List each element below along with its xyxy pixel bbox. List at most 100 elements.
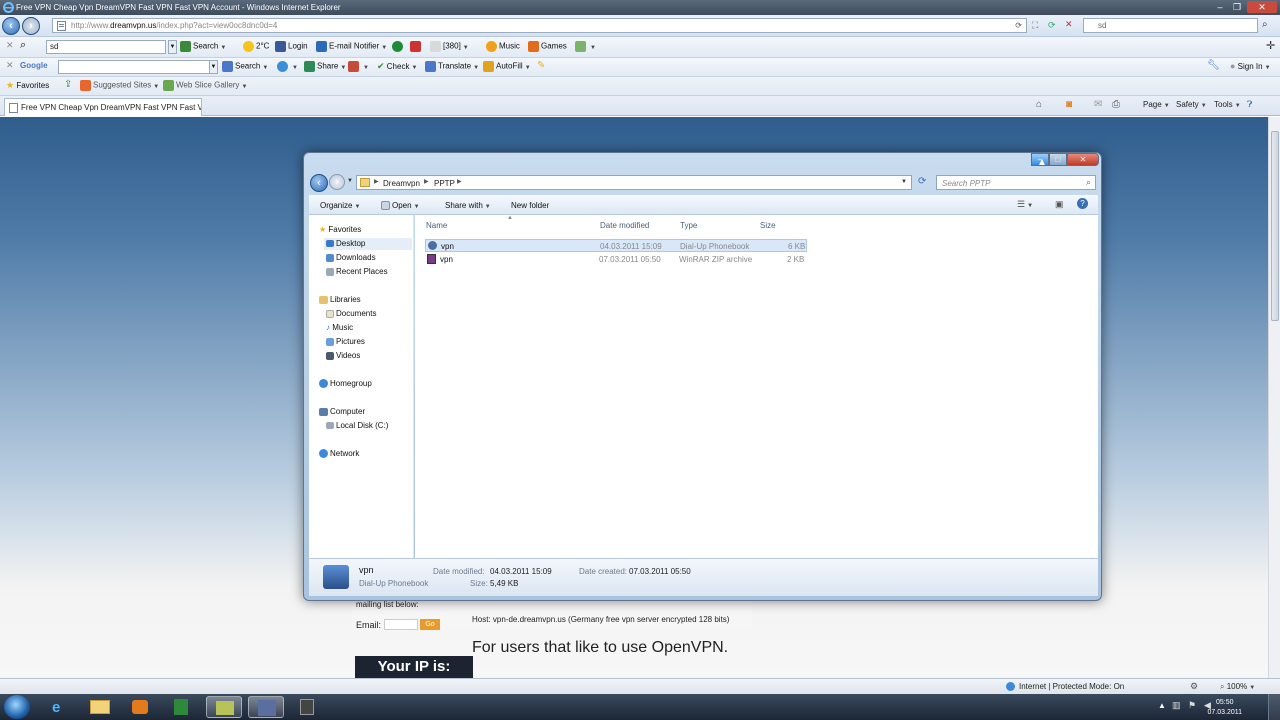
- security-zone-text[interactable]: Internet | Protected Mode: On: [1019, 682, 1124, 691]
- google-search-input[interactable]: [58, 60, 210, 74]
- google-toolbar-close-icon[interactable]: ✕: [6, 60, 14, 71]
- taskbar-app4[interactable]: [164, 696, 200, 718]
- tray-expand-icon[interactable]: ▲: [1158, 701, 1166, 710]
- taskbar-app7[interactable]: [290, 696, 326, 718]
- go-refresh-icon[interactable]: ⟳: [1048, 20, 1056, 31]
- favorites-button[interactable]: ★ Favorites: [6, 80, 49, 91]
- toolbar-search-button[interactable]: Search ▼: [180, 41, 226, 52]
- tray-action-center-icon[interactable]: ⚑: [1188, 700, 1196, 711]
- protected-mode-icon[interactable]: ⚙: [1190, 681, 1198, 692]
- search-icon[interactable]: ⌕: [20, 39, 26, 52]
- read-mail-icon[interactable]: ✉: [1094, 99, 1102, 110]
- suggested-sites-button[interactable]: Suggested Sites ▼: [80, 80, 159, 91]
- check-button[interactable]: ✔ Check ▼: [377, 61, 417, 72]
- google-bookmark-button[interactable]: ▼: [277, 61, 298, 72]
- taskbar-explorer-active[interactable]: [248, 696, 284, 718]
- explorer-back-button[interactable]: ‹: [310, 174, 328, 192]
- toolbar-more-button[interactable]: ▼: [575, 41, 596, 52]
- close-button[interactable]: ✕: [1247, 1, 1277, 13]
- nav-music[interactable]: ♪ Music: [326, 323, 353, 332]
- email-notifier-button[interactable]: E-mail Notifier ▼: [316, 41, 387, 52]
- explorer-address-bar[interactable]: ▶ Dreamvpn ▶ PPTP ▶ ▼: [356, 175, 912, 190]
- highlighter-icon[interactable]: ✎: [537, 60, 545, 71]
- go-button[interactable]: Go: [420, 619, 440, 630]
- new-folder-button[interactable]: New folder: [511, 201, 549, 210]
- share-button[interactable]: Share ▼: [304, 61, 346, 72]
- add-toolbar-icon[interactable]: ✛: [1266, 39, 1275, 52]
- nav-computer[interactable]: Computer: [319, 407, 365, 416]
- nav-desktop[interactable]: Desktop: [324, 238, 412, 250]
- breadcrumb-item-dreamvpn[interactable]: Dreamvpn: [383, 179, 420, 188]
- translate-button[interactable]: Translate ▼: [425, 61, 479, 72]
- web-slice-button[interactable]: Web Slice Gallery ▼: [163, 80, 247, 91]
- nav-network[interactable]: Network: [319, 449, 359, 459]
- column-name[interactable]: Name: [426, 221, 447, 230]
- nav-documents[interactable]: Documents: [326, 309, 376, 318]
- tab-active[interactable]: Free VPN Cheap Vpn DreamVPN Fast VPN Fas…: [4, 98, 202, 116]
- games-button[interactable]: Games: [528, 41, 567, 52]
- tray-network-icon[interactable]: ▥: [1172, 700, 1181, 711]
- toolbar-search-input[interactable]: sd: [46, 40, 166, 54]
- refresh-icon[interactable]: ⟳: [1015, 21, 1022, 30]
- ie-search-box[interactable]: sd: [1083, 18, 1258, 33]
- help-icon[interactable]: ❓︎: [1247, 99, 1252, 110]
- show-desktop-button[interactable]: [1268, 694, 1280, 720]
- google-search-button[interactable]: Search ▼: [222, 61, 268, 72]
- forward-button[interactable]: ›: [22, 17, 40, 35]
- music-button[interactable]: Music: [486, 41, 520, 52]
- taskbar-media[interactable]: [122, 696, 158, 718]
- autofill-button[interactable]: AutoFill ▼: [483, 61, 531, 72]
- back-button[interactable]: ‹: [2, 17, 20, 35]
- count-button[interactable]: [380] ▼: [430, 41, 469, 52]
- nav-videos[interactable]: Videos: [326, 351, 360, 360]
- organize-button[interactable]: Organize ▼: [320, 201, 360, 210]
- feeds-icon[interactable]: ◙: [1066, 99, 1072, 110]
- nav-libraries[interactable]: Libraries: [319, 295, 361, 304]
- nav-homegroup[interactable]: Homegroup: [319, 379, 372, 389]
- youtube-button[interactable]: [410, 41, 423, 52]
- column-type[interactable]: Type: [680, 221, 697, 230]
- home-icon[interactable]: ⌂: [1036, 99, 1042, 110]
- add-favorite-icon[interactable]: ⇪: [64, 79, 72, 90]
- print-icon[interactable]: ⎙: [1112, 99, 1120, 110]
- explorer-help-icon[interactable]: ?: [1077, 198, 1088, 209]
- taskbar-ie[interactable]: e: [42, 696, 78, 718]
- open-button[interactable]: Open ▼: [381, 201, 420, 211]
- radio-button[interactable]: [392, 41, 405, 52]
- search-magnifier-icon[interactable]: ⌕: [1262, 19, 1268, 30]
- google-search-dropdown[interactable]: ▼: [209, 60, 218, 74]
- email-input[interactable]: [384, 619, 418, 630]
- address-bar[interactable]: http://www.dreamvpn.us/index.php?act=vie…: [52, 18, 1027, 33]
- file-row-vpn-pbk[interactable]: vpn 04.03.2011 15:09 Dial-Up Phonebook 6…: [425, 239, 807, 252]
- address-dropdown-icon[interactable]: ▼: [901, 179, 907, 185]
- page-scrollbar[interactable]: [1268, 117, 1280, 678]
- taskbar-clock[interactable]: 05:50 07.03.2011: [1207, 698, 1242, 718]
- explorer-maximize-button[interactable]: □: [1049, 153, 1067, 166]
- explorer-close-button[interactable]: ✕: [1067, 153, 1099, 166]
- zoom-control[interactable]: ⌕ 100% ▼: [1220, 682, 1255, 692]
- nav-local-disk[interactable]: Local Disk (C:): [326, 421, 388, 430]
- view-options-icon[interactable]: ☰ ▼: [1017, 199, 1033, 210]
- column-date[interactable]: Date modified: [600, 221, 649, 230]
- taskbar-app5[interactable]: [206, 696, 242, 718]
- column-size[interactable]: Size: [760, 221, 776, 230]
- start-button[interactable]: [4, 695, 30, 719]
- preview-pane-icon[interactable]: ▣: [1055, 199, 1064, 210]
- breadcrumb-item-pptp[interactable]: PPTP: [434, 179, 455, 188]
- file-row-vpn-zip[interactable]: vpn 07.03.2011 05:50 WinRAR ZIP archive …: [425, 253, 807, 266]
- stop-icon[interactable]: ✕: [1065, 19, 1073, 30]
- explorer-recent-dropdown[interactable]: ▼: [347, 178, 353, 184]
- compat-icon[interactable]: ⛶: [1032, 20, 1038, 31]
- minimize-button[interactable]: –: [1212, 1, 1228, 13]
- explorer-refresh-icon[interactable]: ⟳: [918, 176, 926, 187]
- taskbar-explorer[interactable]: [82, 696, 118, 718]
- safety-menu[interactable]: Safety ▼: [1176, 100, 1207, 109]
- nav-pictures[interactable]: Pictures: [326, 337, 365, 346]
- sidewiki-button[interactable]: ▼: [348, 61, 369, 72]
- nav-downloads[interactable]: Downloads: [326, 253, 376, 262]
- nav-favorites[interactable]: ★ Favorites: [319, 225, 361, 234]
- wrench-icon[interactable]: 🔧︎: [1207, 60, 1220, 71]
- scrollbar-thumb[interactable]: [1271, 131, 1279, 321]
- restore-button[interactable]: ❐: [1229, 1, 1245, 13]
- share-with-button[interactable]: Share with ▼: [445, 201, 491, 210]
